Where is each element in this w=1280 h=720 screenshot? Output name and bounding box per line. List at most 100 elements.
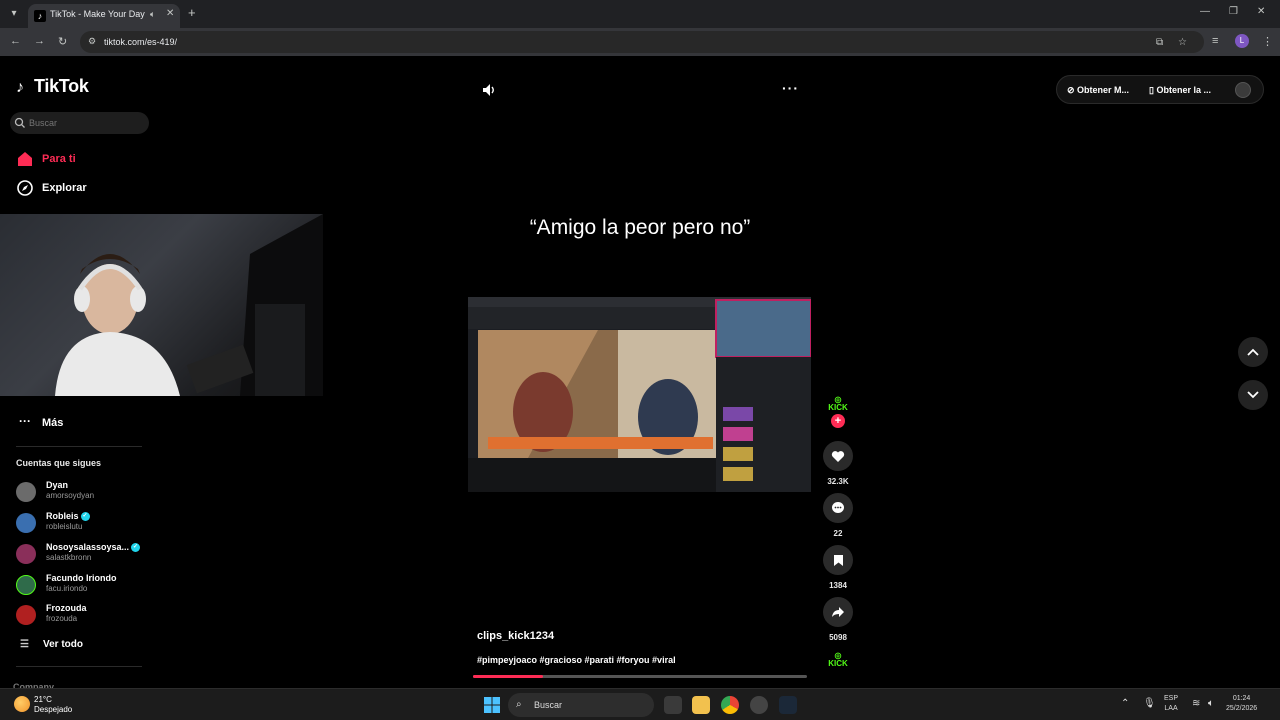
nav-para-ti[interactable]: Para ti <box>16 150 76 168</box>
bookmark-icon <box>833 554 843 566</box>
video-more-options-icon[interactable]: ··· <box>782 80 799 96</box>
task-view-icon[interactable] <box>664 696 682 714</box>
clock-time: 01:24 <box>1232 695 1251 702</box>
comment-count: 22 <box>833 529 843 538</box>
weather-temperature: 21°C <box>34 695 52 704</box>
account-name-text: Robleis <box>46 511 79 521</box>
browser-menu-icon[interactable]: ⋮ <box>1262 35 1273 48</box>
follow-button[interactable]: + <box>831 414 845 428</box>
sidebar-divider <box>16 666 142 667</box>
obs-icon[interactable] <box>750 696 768 714</box>
account-name: Nosoysalassoysa... ✓ <box>46 542 141 553</box>
search-input[interactable] <box>29 116 139 130</box>
windows-taskbar: 21°C Despejado ⌕ Buscar ⌃ 🎙︎ ESP LAA ≋ 🔈… <box>0 688 1280 720</box>
taskbar-search-label: Buscar <box>534 700 563 710</box>
sidebar-divider <box>16 446 142 447</box>
save-count: 1384 <box>829 581 847 590</box>
video-caption: “Amigo la peor pero no” <box>529 216 751 239</box>
new-tab-button[interactable]: + <box>188 5 196 20</box>
wifi-icon[interactable]: ≋ <box>1192 698 1200 709</box>
language-indicator[interactable]: ESP LAA <box>1164 694 1178 714</box>
video-hashtags[interactable]: #pimpeyjoaco #gracioso #parati #foryou #… <box>477 655 676 665</box>
window-close-icon[interactable]: ✕ <box>1257 6 1265 17</box>
microphone-icon[interactable]: 🎙︎ <box>1143 698 1156 709</box>
see-all-link[interactable]: ☰ Ver todo <box>20 639 83 650</box>
tab-search-icon[interactable]: ▾ <box>6 6 22 22</box>
avatar <box>16 544 36 564</box>
address-bar-row: ← → ↻ ⚙ tiktok.com/es-419/ ⧉ ☆ ≡ <box>0 28 1280 56</box>
creator-avatar[interactable]: ◎ KICK <box>827 396 849 412</box>
install-app-icon[interactable]: ⧉ <box>1156 37 1163 48</box>
bookmark-star-icon[interactable]: ☆ <box>1178 37 1187 48</box>
windows-start-icon[interactable] <box>484 697 500 713</box>
account-handle: facu.iriondo <box>46 584 88 593</box>
browser-tab[interactable]: ♪ TikTok - Make Your Day 🔈︎ ✕ <box>28 4 180 28</box>
user-avatar[interactable] <box>1235 82 1251 98</box>
following-account[interactable]: Facundo Iriondo facu.iriondo <box>16 573 156 597</box>
save-button[interactable] <box>823 545 853 575</box>
file-explorer-icon[interactable] <box>692 696 710 714</box>
tray-overflow-icon[interactable]: ⌃ <box>1121 698 1129 709</box>
get-coins-button[interactable]: ⊘ Obtener M... <box>1067 85 1129 96</box>
tab-title: TikTok - Make Your Day <box>50 9 145 19</box>
account-name-text: Nosoysalassoysa... <box>46 542 130 552</box>
get-app-button[interactable]: ▯ Obtener la ... <box>1149 85 1211 96</box>
video-progress-bar[interactable] <box>473 675 807 678</box>
language-code: ESP <box>1164 695 1179 702</box>
reading-list-icon[interactable]: ≡ <box>1212 35 1218 47</box>
share-button[interactable] <box>823 597 853 627</box>
list-icon: ☰ <box>20 639 29 650</box>
following-account[interactable]: Frozouda frozouda <box>16 603 156 627</box>
chevron-down-icon <box>1247 391 1259 399</box>
video-author[interactable]: clips_kick1234 <box>477 630 554 642</box>
video-player[interactable] <box>468 297 811 492</box>
browser-tab-bar: ▾ ♪ TikTok - Make Your Day 🔈︎ ✕ + — ❐ ✕ <box>0 0 1280 28</box>
tiktok-logo[interactable]: ♪ TikTok <box>16 76 89 97</box>
search-icon: ⌕ <box>516 699 522 710</box>
next-video-button[interactable] <box>1238 380 1268 410</box>
avatar <box>16 482 36 502</box>
get-app-bar: ⊘ Obtener M... ▯ Obtener la ... <box>1056 75 1264 104</box>
nav-label: Más <box>42 417 64 429</box>
music-disc-icon[interactable]: ◎ KICK <box>827 652 849 668</box>
tiktok-note-icon: ♪ <box>16 79 24 96</box>
nav-mas[interactable]: ··· Más <box>16 414 63 432</box>
tab-audio-icon[interactable]: 🔈︎ <box>150 9 155 20</box>
search-box[interactable] <box>10 112 149 134</box>
system-clock[interactable]: 01:24 25/2/2026 <box>1226 694 1257 714</box>
chrome-icon[interactable] <box>721 696 739 714</box>
chevron-up-icon <box>1247 348 1259 356</box>
comment-icon <box>832 502 844 513</box>
url-field[interactable]: ⚙ tiktok.com/es-419/ ⧉ ☆ <box>80 31 1204 53</box>
avatar <box>16 513 36 533</box>
volume-icon[interactable] <box>481 82 497 98</box>
speaker-icon[interactable]: 🔈︎ <box>1208 698 1214 709</box>
streamer-webcam-image <box>55 214 323 396</box>
home-icon <box>18 152 32 166</box>
site-info-icon[interactable]: ⚙ <box>88 36 96 47</box>
following-account[interactable]: Robleis ✓ robleislutu <box>16 511 156 535</box>
tab-close-icon[interactable]: ✕ <box>166 8 174 19</box>
profile-avatar[interactable]: L <box>1235 34 1249 48</box>
restore-icon[interactable]: ❐ <box>1229 6 1238 17</box>
see-all-label: Ver todo <box>42 639 83 650</box>
share-count: 5098 <box>829 633 847 642</box>
minimize-icon[interactable]: — <box>1200 6 1210 17</box>
like-count: 32.3K <box>827 477 849 486</box>
weather-icon[interactable] <box>14 696 30 712</box>
reload-icon[interactable]: ↻ <box>58 35 67 48</box>
back-icon[interactable]: ← <box>10 35 21 47</box>
steam-icon[interactable] <box>779 696 797 714</box>
previous-video-button[interactable] <box>1238 337 1268 367</box>
forward-icon[interactable]: → <box>34 35 45 47</box>
nav-explorar[interactable]: Explorar <box>16 179 87 197</box>
account-name: Frozouda <box>46 603 87 613</box>
following-account[interactable]: Dyan amorsoydyan <box>16 480 156 504</box>
like-button[interactable] <box>823 441 853 471</box>
verified-badge-icon: ✓ <box>80 512 90 522</box>
account-handle: amorsoydyan <box>46 491 95 500</box>
comment-button[interactable] <box>823 493 853 523</box>
weather-description: Despejado <box>34 705 73 714</box>
taskbar-search[interactable]: ⌕ Buscar <box>508 693 654 717</box>
following-account[interactable]: Nosoysalassoysa... ✓ salastkbronn <box>16 542 156 566</box>
